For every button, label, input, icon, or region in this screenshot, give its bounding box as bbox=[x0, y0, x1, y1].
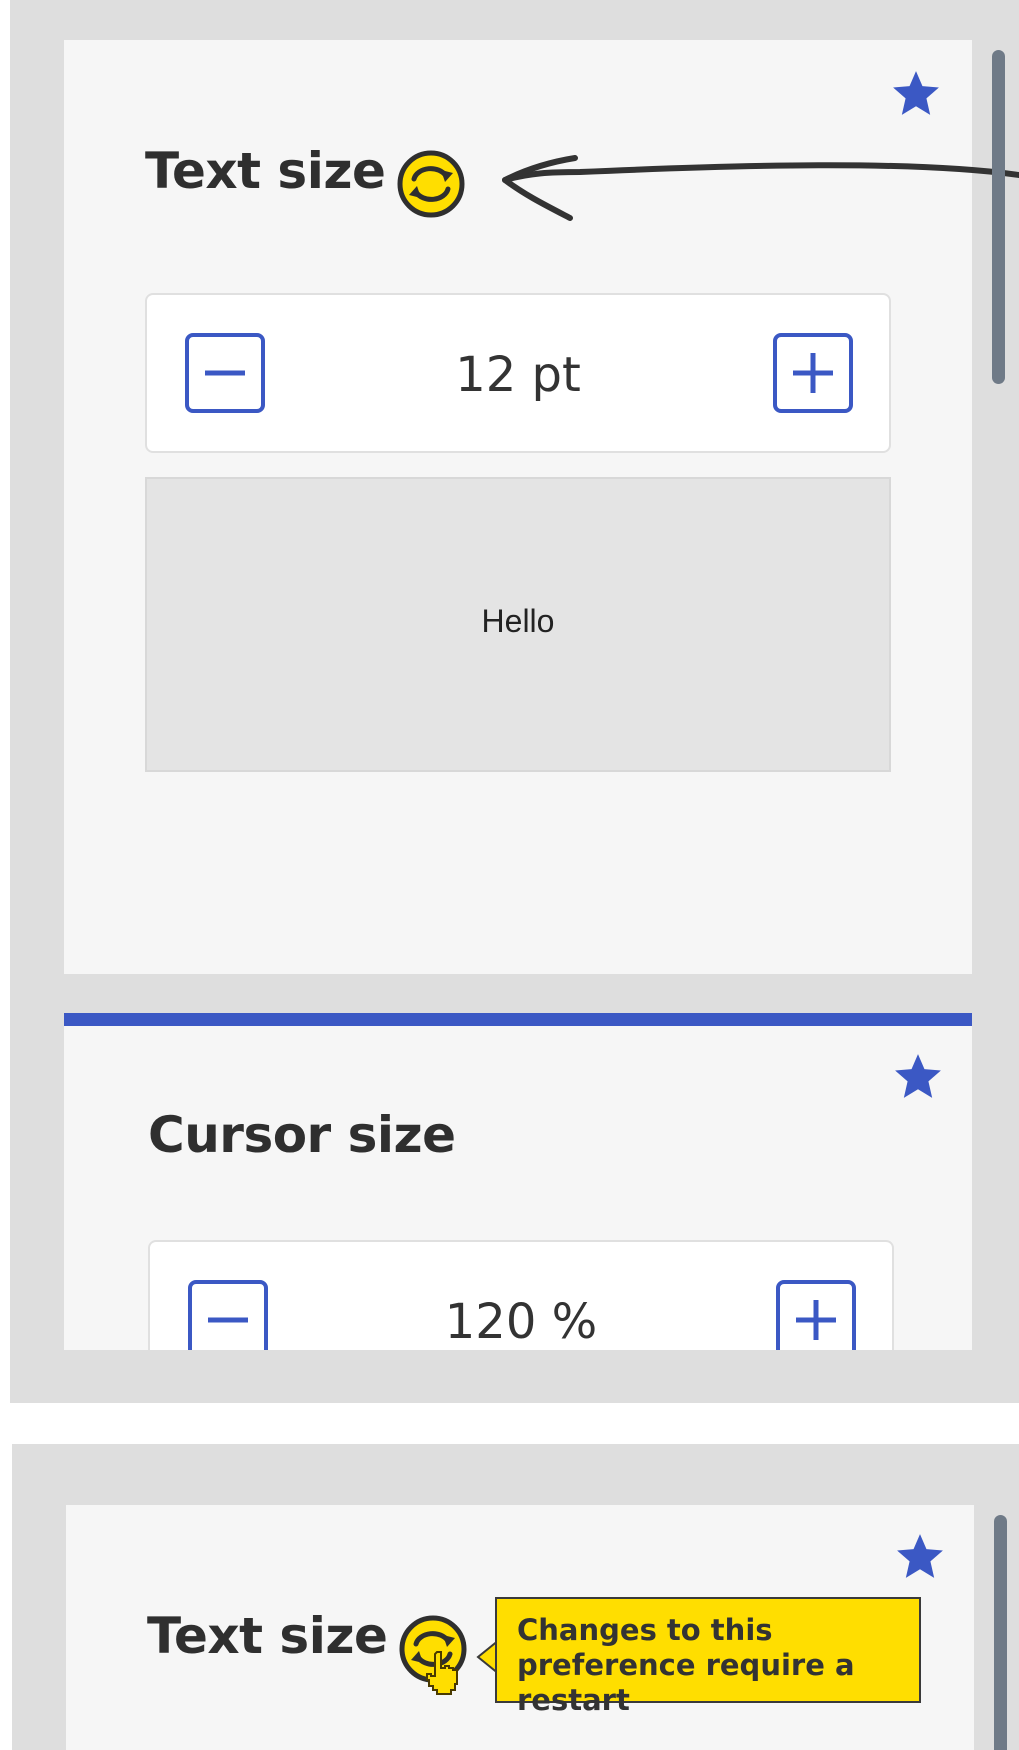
text-size-preview: Hello bbox=[145, 477, 891, 772]
star-icon[interactable] bbox=[891, 70, 941, 118]
cursor-size-heading: Cursor size bbox=[148, 1106, 456, 1164]
annotation-arrow bbox=[502, 155, 1019, 221]
top-preferences-panel: Text size 12 pt Hello Cursor size 120 % bbox=[10, 0, 1019, 1403]
plus-icon bbox=[796, 1300, 836, 1340]
text-size-heading: Text size bbox=[147, 1607, 388, 1665]
star-icon[interactable] bbox=[893, 1053, 943, 1101]
sync-restart-icon[interactable] bbox=[396, 149, 466, 219]
cursor-size-stepper: 120 % bbox=[148, 1240, 894, 1350]
preview-text: Hello bbox=[481, 603, 555, 639]
restart-tooltip: Changes to this preference require a res… bbox=[495, 1597, 921, 1717]
star-icon[interactable] bbox=[895, 1533, 945, 1581]
text-size-heading: Text size bbox=[145, 142, 386, 200]
text-size-stepper: 12 pt bbox=[145, 293, 891, 453]
hand-pointer-icon bbox=[426, 1651, 458, 1695]
cursor-size-card: Cursor size 120 % bbox=[64, 1026, 972, 1350]
increase-text-size-button[interactable] bbox=[773, 333, 853, 413]
scrollbar-thumb[interactable] bbox=[994, 1515, 1007, 1750]
plus-icon bbox=[793, 353, 833, 393]
increase-cursor-size-button[interactable] bbox=[776, 1280, 856, 1350]
selected-card-indicator bbox=[64, 1013, 972, 1026]
scrollbar-thumb[interactable] bbox=[992, 50, 1005, 384]
bottom-preferences-panel: Text size Changes to this preference req… bbox=[12, 1444, 1019, 1750]
text-size-card: Text size Changes to this preference req… bbox=[66, 1505, 974, 1750]
